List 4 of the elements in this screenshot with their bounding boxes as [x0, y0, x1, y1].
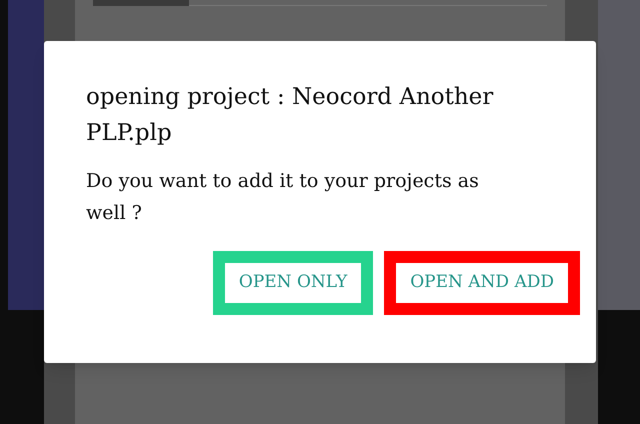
dialog-button[interactable]: OPEN ONLY — [212, 251, 374, 315]
dialog-button[interactable]: OPEN AND ADD — [384, 251, 580, 315]
dialog-message: Do you want to add it to your projects as well ? — [86, 169, 480, 226]
dialog-title: opening project : Neocord Another PLP.plp — [86, 83, 494, 148]
